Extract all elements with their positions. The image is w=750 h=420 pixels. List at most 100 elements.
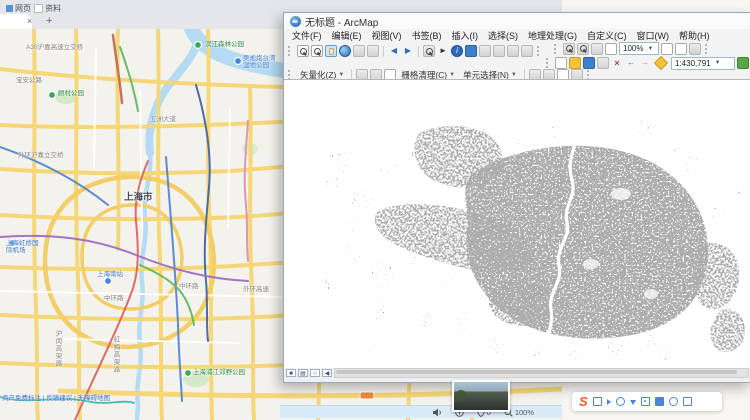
- clipboard-icon[interactable]: [655, 397, 664, 406]
- arcmap-title: 无标题 - ArcMap: [305, 14, 378, 29]
- desktop: 网页 资料 × +: [0, 0, 750, 420]
- add-data-icon[interactable]: [654, 56, 668, 70]
- goto-xy-icon[interactable]: [521, 45, 533, 57]
- layout-zoom-out-icon[interactable]: [577, 43, 589, 55]
- map-scale-combo[interactable]: 1:430,791▼: [671, 57, 735, 70]
- redo-icon[interactable]: →: [639, 57, 651, 69]
- tab-close-icon[interactable]: ×: [27, 16, 32, 26]
- map-label-poi: 上海虹桥国际机场: [6, 240, 44, 254]
- tab-favicon: [34, 4, 43, 13]
- tools-toolbar: ◀ ▶ ►: [286, 45, 544, 57]
- cursor-icon[interactable]: [607, 399, 611, 405]
- forward-extent-icon[interactable]: ▶: [402, 45, 414, 57]
- volume-control[interactable]: [432, 408, 442, 417]
- settings-icon[interactable]: [683, 397, 692, 406]
- user-icon[interactable]: [669, 397, 678, 406]
- browser-tab-2[interactable]: 资料: [34, 3, 61, 14]
- chevron-down-icon: ▼: [647, 46, 653, 52]
- tab-label: 网页: [15, 3, 31, 14]
- back-extent-icon[interactable]: ◀: [388, 45, 400, 57]
- hyperlink-icon[interactable]: [465, 45, 477, 57]
- toolbar-grip[interactable]: [554, 44, 559, 54]
- chevron-down-icon: ▼: [449, 72, 455, 78]
- toolbar-grip[interactable]: [705, 44, 710, 54]
- arcmap-titlebar[interactable]: 无标题 - ArcMap: [284, 13, 750, 30]
- overlay-status-bar: 0 100%: [280, 405, 562, 418]
- print-icon[interactable]: [597, 57, 609, 69]
- layout-pan-icon[interactable]: [591, 43, 603, 55]
- new-tab-icon[interactable]: +: [46, 15, 52, 28]
- browser-tab-1[interactable]: 网页: [6, 3, 31, 14]
- menu-help[interactable]: 帮助(H): [679, 29, 710, 42]
- layout-zoom-in-icon[interactable]: [563, 43, 575, 55]
- chevron-down-icon: ▼: [715, 60, 721, 66]
- globe-icon[interactable]: [616, 397, 625, 406]
- change-layout-icon[interactable]: [689, 43, 701, 55]
- map-label: A30沪嘉高速立交桥: [26, 44, 83, 51]
- toolbar-grip[interactable]: [587, 70, 592, 80]
- speaker-icon: [432, 408, 442, 417]
- menu-insert[interactable]: 插入(I): [452, 29, 479, 42]
- map-label-park: 滨江森林公园: [205, 41, 244, 48]
- zoom-dropdown-icon[interactable]: [423, 45, 435, 57]
- select-features-icon[interactable]: ►: [437, 45, 449, 57]
- pan-tool-icon[interactable]: [325, 45, 337, 57]
- undo-icon[interactable]: ←: [625, 57, 637, 69]
- full-extent-icon[interactable]: [339, 45, 351, 57]
- horizontal-scrollbar[interactable]: [334, 368, 749, 378]
- fixed-zoom-in-icon[interactable]: [353, 45, 365, 57]
- monitor-icon[interactable]: [593, 397, 602, 406]
- map-label: 沪闵高架路: [54, 330, 61, 368]
- toolbar-grip[interactable]: [288, 70, 293, 80]
- arcmap-data-view[interactable]: [284, 79, 750, 369]
- delete-icon[interactable]: ×: [611, 57, 623, 69]
- menu-selection[interactable]: 选择(S): [488, 29, 518, 42]
- pause-drawing-button[interactable]: ◀: [322, 369, 332, 377]
- focus-dataframe-icon[interactable]: [675, 43, 687, 55]
- tab-label: 资料: [45, 3, 61, 14]
- data-view-button[interactable]: ■: [286, 369, 296, 377]
- layout-toolbar: 100%▼: [552, 42, 712, 55]
- map-label: 中环路: [104, 295, 124, 302]
- menu-windows[interactable]: 窗口(W): [637, 29, 670, 42]
- layout-zoom-combo[interactable]: 100%▼: [619, 42, 659, 55]
- toolbar-grip[interactable]: [546, 58, 551, 68]
- identify-icon[interactable]: [451, 45, 463, 57]
- html-popup-icon[interactable]: [479, 45, 491, 57]
- menu-geoprocessing[interactable]: 地理处理(G): [528, 29, 577, 42]
- toolbar-grip[interactable]: [537, 46, 542, 56]
- scrollbar-thumb[interactable]: [336, 370, 737, 374]
- map-label-station: 上海南站: [97, 271, 123, 278]
- menu-edit[interactable]: 编辑(E): [332, 29, 362, 42]
- zoom-level-value: 100%: [515, 408, 534, 417]
- zoom-in-tool-icon[interactable]: [297, 45, 309, 57]
- map-label: 宝安公路: [16, 77, 42, 84]
- arcmap-toolbars: ◀ ▶ ► 100%▼: [284, 42, 750, 80]
- download-icon[interactable]: [630, 400, 636, 405]
- arcmap-window: 无标题 - ArcMap 文件(F) 编辑(E) 视图(V) 书签(B) 插入(…: [283, 12, 750, 383]
- menu-file[interactable]: 文件(F): [292, 29, 322, 42]
- map-label-poi: 吴淞炮台湾湿地公园: [243, 55, 279, 69]
- map-footer-links[interactable]: 商户免费标注 | 反馈建议 | 无障碍地图: [2, 392, 110, 402]
- menu-customize[interactable]: 自定义(C): [587, 29, 627, 42]
- screenshot-icon[interactable]: [641, 397, 650, 406]
- fixed-zoom-out-icon[interactable]: [367, 45, 379, 57]
- zoom-whole-page-icon[interactable]: [605, 43, 617, 55]
- layout-view-button[interactable]: ▤: [298, 369, 308, 377]
- toolbar-grip[interactable]: [288, 46, 293, 56]
- tab-favicon: [6, 5, 13, 12]
- measure-icon[interactable]: [493, 45, 505, 57]
- editor-icon[interactable]: [737, 57, 749, 69]
- map-label-city: 上海市: [124, 194, 153, 201]
- sunlogin-logo: S: [579, 393, 588, 410]
- zoom-out-tool-icon[interactable]: [311, 45, 323, 57]
- toolbar-separator: [418, 46, 419, 57]
- refresh-view-button[interactable]: ○: [310, 369, 320, 377]
- map-label-park: 顾村公园: [58, 90, 84, 97]
- menu-bookmarks[interactable]: 书签(B): [412, 29, 442, 42]
- streetview-thumbnail[interactable]: [452, 380, 510, 412]
- find-icon[interactable]: [507, 45, 519, 57]
- toggle-draft-icon[interactable]: [661, 43, 673, 55]
- menu-view[interactable]: 视图(V): [372, 29, 402, 42]
- chevron-down-icon: ▼: [511, 72, 517, 78]
